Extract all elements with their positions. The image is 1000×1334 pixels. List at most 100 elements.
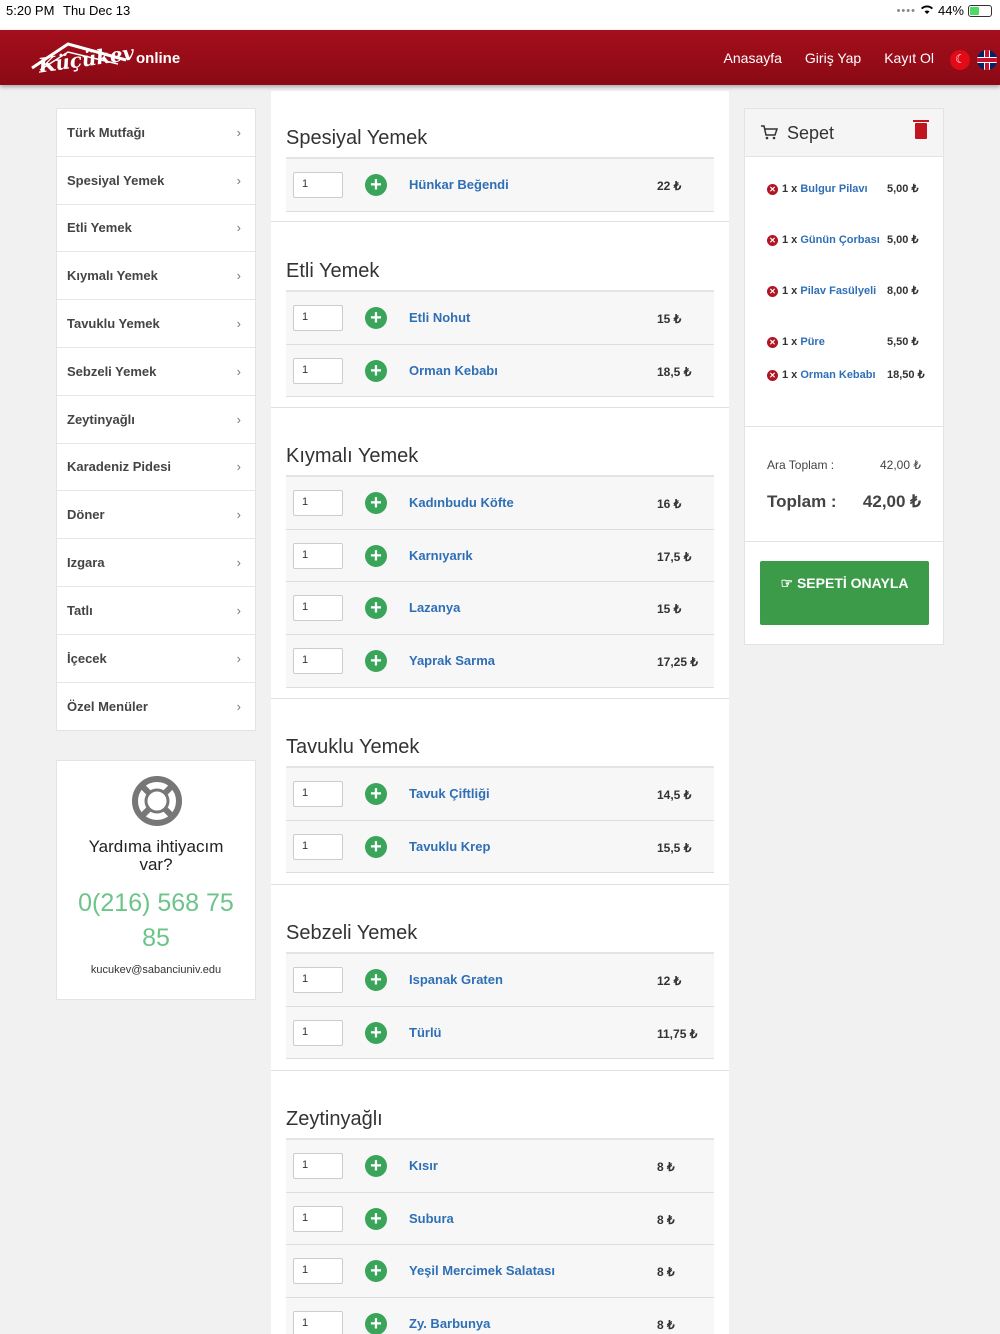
chevron-right-icon: › bbox=[236, 555, 241, 571]
category-item[interactable]: Kıymalı Yemek › bbox=[57, 252, 255, 301]
help-email[interactable]: kucukev@sabanciuniv.edu bbox=[57, 964, 255, 976]
add-to-cart-icon[interactable]: + bbox=[365, 492, 387, 514]
cart-item-name[interactable]: Pilav Fasülyeli bbox=[800, 285, 876, 297]
quantity-input[interactable]: 1 bbox=[293, 305, 343, 331]
trash-icon[interactable] bbox=[913, 120, 929, 139]
menu-item-price: 18,5 ₺ bbox=[657, 364, 692, 379]
menu-item-name[interactable]: Kadınbudu Köfte bbox=[409, 495, 514, 510]
category-label: Tavuklu Yemek bbox=[67, 316, 160, 332]
quantity-input[interactable]: 1 bbox=[293, 781, 343, 807]
menu-item-name[interactable]: Orman Kebabı bbox=[409, 363, 498, 378]
category-item[interactable]: Döner › bbox=[57, 491, 255, 540]
remove-item-icon[interactable]: ✕ bbox=[767, 183, 778, 195]
menu-item-name[interactable]: Lazanya bbox=[409, 600, 460, 615]
english-flag-icon[interactable] bbox=[977, 50, 997, 70]
menu-section: Etli Yemek 1 + Etli Nohut 15 ₺ 1 + Orman Kebabı… bbox=[271, 222, 729, 408]
menu-item-name[interactable]: Karnıyarık bbox=[409, 548, 473, 563]
menu-item-name[interactable]: Türlü bbox=[409, 1025, 442, 1040]
category-label: Karadeniz Pidesi bbox=[67, 459, 172, 475]
menu-item-name[interactable]: Yaprak Sarma bbox=[409, 653, 495, 668]
category-item[interactable]: Etli Yemek › bbox=[57, 205, 255, 253]
category-item[interactable]: Zeytinyağlı › bbox=[57, 396, 255, 444]
cart-item-price: 5,00 ₺ bbox=[887, 183, 919, 195]
section-title: Sebzeli Yemek bbox=[286, 922, 418, 944]
quantity-input[interactable]: 1 bbox=[293, 595, 343, 622]
category-item[interactable]: Türk Mutfağı › bbox=[57, 109, 255, 157]
status-bar: 5:20 PM Thu Dec 13 •••• 44% bbox=[0, 0, 1000, 30]
menu-item-name[interactable]: Tavuk Çiftliği bbox=[409, 786, 490, 801]
remove-item-icon[interactable]: ✕ bbox=[767, 285, 778, 297]
menu-item-row: 1 + Karnıyarık 17,5 ₺ bbox=[286, 529, 714, 583]
add-to-cart-icon[interactable]: + bbox=[365, 969, 387, 991]
quantity-input[interactable]: 1 bbox=[293, 1019, 343, 1046]
category-item[interactable]: Karadeniz Pidesi › bbox=[57, 444, 255, 492]
menu-item-row: 1 + Subura 8 ₺ bbox=[286, 1192, 714, 1246]
section-items: 1 + Kadınbudu Köfte 16 ₺ 1 + Karnıyarık 17,5 ₺ 1… bbox=[286, 475, 714, 688]
category-item[interactable]: Sebzeli Yemek › bbox=[57, 348, 255, 396]
remove-item-icon[interactable]: ✕ bbox=[767, 234, 778, 246]
menu-item-name[interactable]: Subura bbox=[409, 1211, 454, 1226]
quantity-input[interactable]: 1 bbox=[293, 357, 343, 384]
quantity-input[interactable]: 1 bbox=[293, 490, 343, 516]
category-item[interactable]: Spesiyal Yemek › bbox=[57, 157, 255, 205]
menu-item-name[interactable]: Hünkar Beğendi bbox=[409, 177, 509, 192]
section-items: 1 + Etli Nohut 15 ₺ 1 + Orman Kebabı 18,5 ₺ bbox=[286, 290, 714, 398]
quantity-input[interactable]: 1 bbox=[293, 967, 343, 993]
add-to-cart-icon[interactable]: + bbox=[365, 1155, 387, 1177]
help-phone[interactable]: 0(216) 568 75 85 bbox=[57, 886, 255, 956]
remove-item-icon[interactable]: ✕ bbox=[767, 336, 778, 348]
add-to-cart-icon[interactable]: + bbox=[365, 835, 387, 858]
add-to-cart-icon[interactable]: + bbox=[365, 359, 387, 382]
add-to-cart-icon[interactable]: + bbox=[365, 1260, 387, 1283]
confirm-cart-button[interactable]: ☞ SEPETİ ONAYLA bbox=[760, 561, 929, 625]
quantity-input[interactable]: 1 bbox=[293, 172, 343, 198]
add-to-cart-icon[interactable]: + bbox=[365, 1021, 387, 1044]
category-item[interactable]: Izgara › bbox=[57, 539, 255, 587]
category-item[interactable]: Tavuklu Yemek › bbox=[57, 300, 255, 348]
add-to-cart-icon[interactable]: + bbox=[365, 1313, 387, 1334]
nav-login-link[interactable]: Giriş Yap bbox=[805, 50, 861, 66]
cart-item-name[interactable]: Orman Kebabı bbox=[800, 369, 875, 381]
cart-item-name[interactable]: Püre bbox=[800, 336, 824, 348]
menu-item-name[interactable]: Zy. Barbunya bbox=[409, 1316, 490, 1331]
total-label: Toplam : bbox=[767, 492, 837, 511]
add-to-cart-icon[interactable]: + bbox=[365, 544, 387, 567]
menu-item-row: 1 + Yaprak Sarma 17,25 ₺ bbox=[286, 635, 714, 688]
nav-home-link[interactable]: Anasayfa bbox=[724, 50, 782, 66]
menu-item-name[interactable]: Ispanak Graten bbox=[409, 972, 503, 987]
quantity-input[interactable]: 1 bbox=[293, 542, 343, 569]
add-to-cart-icon[interactable]: + bbox=[365, 1207, 387, 1230]
remove-item-icon[interactable]: ✕ bbox=[767, 369, 778, 381]
turkish-flag-icon[interactable]: ☾ bbox=[950, 50, 970, 70]
quantity-input[interactable]: 1 bbox=[293, 648, 343, 675]
cart-item-name[interactable]: Bulgur Pilavı bbox=[800, 183, 867, 195]
category-item[interactable]: Özel Menüler › bbox=[57, 683, 255, 731]
add-to-cart-icon[interactable]: + bbox=[365, 174, 387, 196]
menu-item-name[interactable]: Yeşil Mercimek Salatası bbox=[409, 1263, 555, 1278]
help-title: Yardıma ihtiyacım var? bbox=[88, 837, 224, 874]
quantity-input[interactable]: 1 bbox=[293, 833, 343, 860]
nav-register-link[interactable]: Kayıt Ol bbox=[884, 50, 934, 66]
chevron-right-icon: › bbox=[236, 124, 241, 140]
cart-item: ✕ 1 x Günün Çorbası 5,00 ₺ bbox=[767, 232, 927, 249]
menu-item-price: 12 ₺ bbox=[657, 974, 682, 988]
menu-item-price: 15,5 ₺ bbox=[657, 840, 692, 855]
category-label: Etli Yemek bbox=[67, 220, 132, 236]
site-logo[interactable]: Küçükev online bbox=[28, 38, 188, 78]
quantity-input[interactable]: 1 bbox=[293, 1311, 343, 1334]
category-label: Spesiyal Yemek bbox=[67, 172, 165, 188]
category-item[interactable]: İçecek › bbox=[57, 635, 255, 683]
menu-item-name[interactable]: Kısır bbox=[409, 1158, 438, 1173]
category-label: Döner bbox=[67, 507, 105, 523]
add-to-cart-icon[interactable]: + bbox=[365, 597, 387, 620]
add-to-cart-icon[interactable]: + bbox=[365, 307, 387, 329]
quantity-input[interactable]: 1 bbox=[293, 1205, 343, 1232]
menu-item-name[interactable]: Tavuklu Krep bbox=[409, 839, 490, 854]
menu-item-name[interactable]: Etli Nohut bbox=[409, 310, 470, 325]
quantity-input[interactable]: 1 bbox=[293, 1258, 343, 1285]
add-to-cart-icon[interactable]: + bbox=[365, 650, 387, 673]
cart-item-name[interactable]: Günün Çorbası bbox=[800, 234, 879, 246]
quantity-input[interactable]: 1 bbox=[293, 1153, 343, 1179]
add-to-cart-icon[interactable]: + bbox=[365, 783, 387, 805]
category-item[interactable]: Tatlı › bbox=[57, 587, 255, 635]
